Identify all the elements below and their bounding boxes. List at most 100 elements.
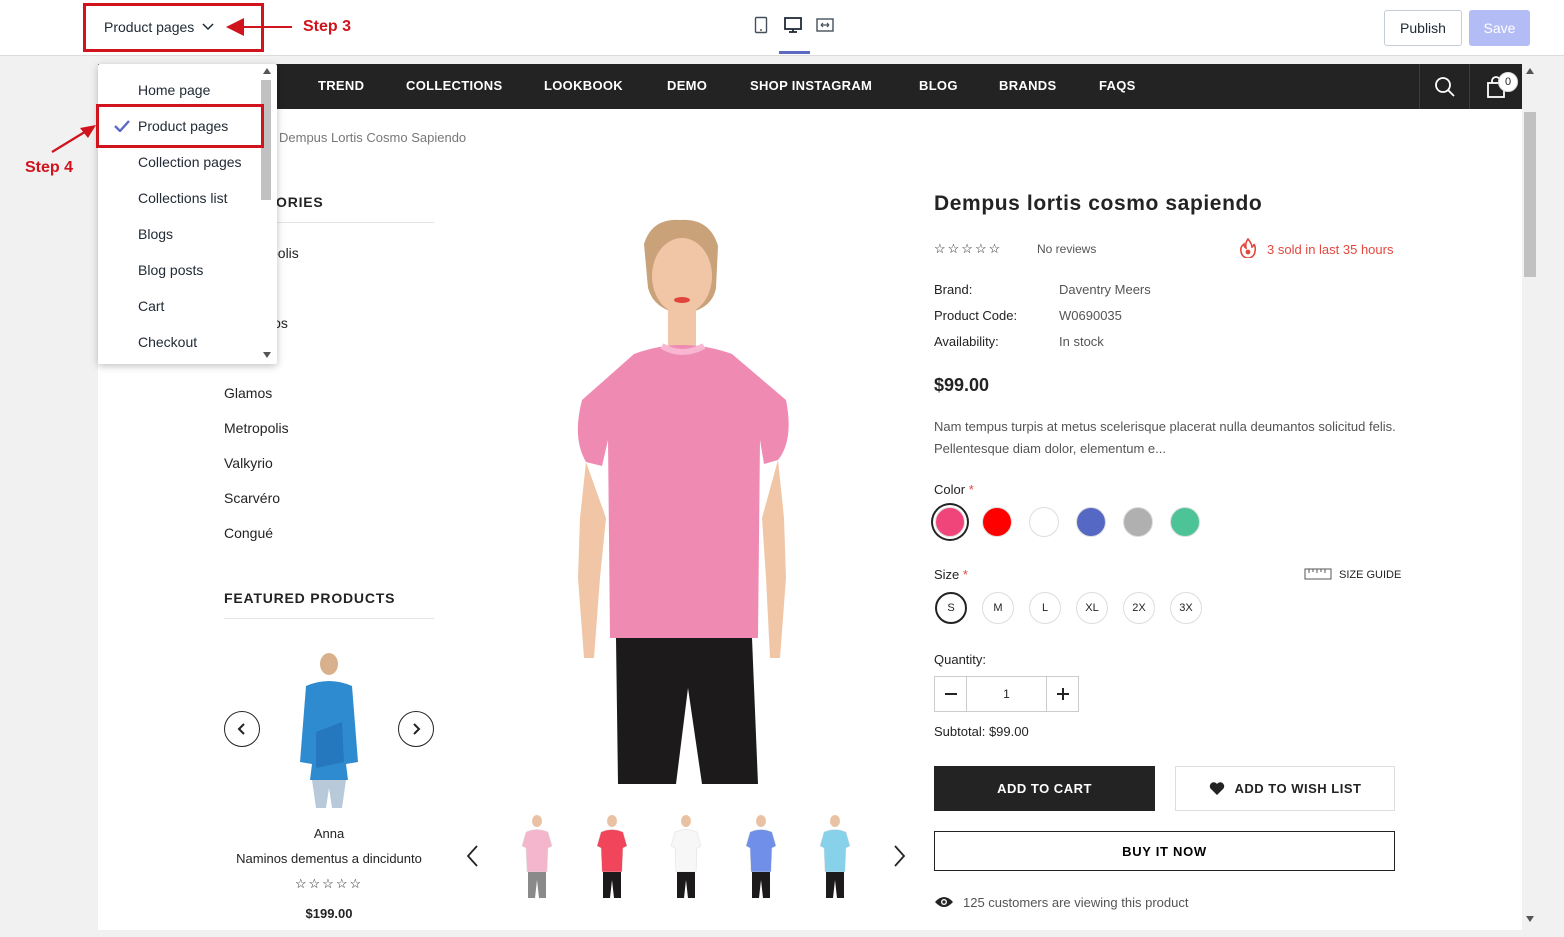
nav-item-lookbook[interactable]: LOOKBOOK	[544, 78, 623, 93]
fullscreen-view-icon[interactable]	[814, 16, 836, 42]
scroll-down-icon[interactable]	[263, 352, 271, 358]
dropdown-item-collection-pages[interactable]: Collection pages	[138, 154, 242, 170]
availability-label: Availability:	[934, 334, 999, 349]
color-swatch[interactable]	[1076, 507, 1106, 537]
scroll-down-icon[interactable]	[1526, 916, 1534, 922]
desktop-view-icon[interactable]	[782, 16, 804, 42]
dropdown-item-collections-list[interactable]: Collections list	[138, 190, 227, 206]
gallery-next-icon[interactable]	[892, 844, 906, 868]
featured-product-image[interactable]	[294, 652, 364, 810]
featured-product-price: $199.00	[305, 906, 353, 921]
size-option[interactable]: 2X	[1123, 592, 1155, 624]
brand-value[interactable]: Daventry Meers	[1059, 282, 1151, 297]
color-label: Color *	[934, 482, 974, 497]
size-option[interactable]: XL	[1076, 592, 1108, 624]
chevron-left-icon	[237, 723, 245, 735]
chevron-right-icon	[413, 723, 421, 735]
nav-item-faqs[interactable]: FAQS	[1099, 78, 1136, 93]
search-icon[interactable]	[1434, 76, 1456, 98]
featured-product-name[interactable]: Naminos dementus a dincidunto	[209, 851, 449, 866]
product-description: Nam tempus turpis at metus scelerisque p…	[934, 419, 1396, 456]
reviews-count[interactable]: No reviews	[1037, 242, 1096, 256]
gallery-thumbnail[interactable]	[669, 814, 703, 900]
sold-count-text: 3 sold in last 35 hours	[1267, 242, 1394, 257]
product-code-value: W0690035	[1059, 308, 1122, 323]
buy-it-now-button[interactable]: BUY IT NOW	[934, 831, 1395, 871]
dropdown-item-blog-posts[interactable]: Blog posts	[138, 262, 203, 278]
step4-arrow	[51, 125, 96, 153]
dropdown-item-home-page[interactable]: Home page	[138, 82, 210, 98]
ruler-icon	[1304, 568, 1332, 580]
size-option[interactable]: S	[935, 592, 967, 624]
category-link-glamos[interactable]: Glamos	[224, 385, 272, 401]
product-code-label: Product Code:	[934, 308, 1018, 323]
add-to-cart-button[interactable]: ADD TO CART	[934, 766, 1155, 811]
add-to-wishlist-button[interactable]: ADD TO WISH LIST	[1175, 766, 1395, 811]
gallery-thumbnail[interactable]	[520, 814, 554, 900]
product-rating-stars[interactable]: ☆☆☆☆☆	[934, 241, 1002, 257]
arrow-head-icon	[226, 18, 244, 36]
step3-label: Step 3	[303, 18, 352, 35]
plus-icon	[1056, 688, 1069, 700]
carousel-next-button[interactable]	[398, 711, 434, 747]
minus-icon	[944, 693, 957, 695]
heart-icon	[1209, 781, 1224, 795]
viewers-count-text: 125 customers are viewing this product	[963, 895, 1189, 910]
quantity-increase-button[interactable]	[1046, 677, 1078, 711]
size-option[interactable]: L	[1029, 592, 1061, 624]
add-to-wishlist-label: ADD TO WISH LIST	[1234, 781, 1362, 796]
color-swatch[interactable]	[935, 507, 965, 537]
size-option[interactable]: M	[982, 592, 1014, 624]
color-swatch[interactable]	[982, 507, 1012, 537]
subtotal: Subtotal: $99.00	[934, 724, 1029, 739]
scroll-up-icon[interactable]	[1526, 68, 1534, 74]
category-link-congue[interactable]: Congué	[224, 525, 273, 541]
dropdown-item-checkout[interactable]: Checkout	[138, 334, 197, 350]
active-view-indicator	[779, 51, 810, 54]
quantity-input[interactable]: 1	[967, 677, 1046, 711]
divider	[224, 618, 434, 619]
category-link-scarvero[interactable]: Scarvéro	[224, 490, 280, 506]
eye-icon	[935, 897, 953, 907]
preview-scrollbar-thumb[interactable]	[1524, 112, 1536, 277]
size-guide-link[interactable]: SIZE GUIDE	[1339, 569, 1401, 581]
gallery-thumbnail[interactable]	[818, 814, 852, 900]
nav-divider	[1469, 64, 1470, 109]
scroll-up-icon[interactable]	[263, 68, 271, 74]
nav-item-brands[interactable]: BRANDS	[999, 78, 1056, 93]
quantity-stepper: 1	[934, 676, 1079, 712]
nav-item-trend[interactable]: TREND	[318, 78, 364, 93]
availability-value: In stock	[1059, 334, 1104, 349]
step3-arrow	[240, 26, 292, 28]
gallery-prev-icon[interactable]	[466, 844, 480, 868]
category-link-metropolis[interactable]: Metropolis	[224, 420, 289, 436]
product-main-image[interactable]	[572, 218, 802, 784]
nav-item-blog[interactable]: BLOG	[919, 78, 958, 93]
carousel-prev-button[interactable]	[224, 711, 260, 747]
main-nav: TREND COLLECTIONS LOOKBOOK DEMO SHOP INS…	[98, 64, 1522, 109]
featured-products-title: FEATURED PRODUCTS	[224, 590, 396, 606]
save-button[interactable]: Save	[1469, 10, 1530, 46]
color-swatch[interactable]	[1123, 507, 1153, 537]
size-option[interactable]: 3X	[1170, 592, 1202, 624]
nav-item-shop-instagram[interactable]: SHOP INSTAGRAM	[750, 78, 872, 93]
nav-item-collections[interactable]: COLLECTIONS	[406, 78, 502, 93]
publish-button[interactable]: Publish	[1384, 10, 1462, 46]
size-label: Size *	[934, 567, 968, 582]
gallery-thumbnail[interactable]	[595, 814, 629, 900]
quantity-label: Quantity:	[934, 652, 987, 667]
color-swatch[interactable]	[1170, 507, 1200, 537]
dropdown-item-blogs[interactable]: Blogs	[138, 226, 173, 242]
featured-product-vendor: Anna	[313, 826, 345, 841]
dropdown-item-cart[interactable]: Cart	[138, 298, 164, 314]
product-price: $99.00	[934, 375, 990, 395]
step4-highlight-box	[96, 104, 264, 148]
color-swatch[interactable]	[1029, 507, 1059, 537]
category-link-valkyrio[interactable]: Valkyrio	[224, 455, 273, 471]
mobile-view-icon[interactable]	[750, 16, 772, 42]
featured-product-rating: ☆☆☆☆☆	[294, 876, 364, 891]
quantity-decrease-button[interactable]	[935, 677, 967, 711]
gallery-thumbnail[interactable]	[744, 814, 778, 900]
nav-item-demo[interactable]: DEMO	[667, 78, 707, 93]
breadcrumb: Dempus Lortis Cosmo Sapiendo	[279, 130, 467, 145]
